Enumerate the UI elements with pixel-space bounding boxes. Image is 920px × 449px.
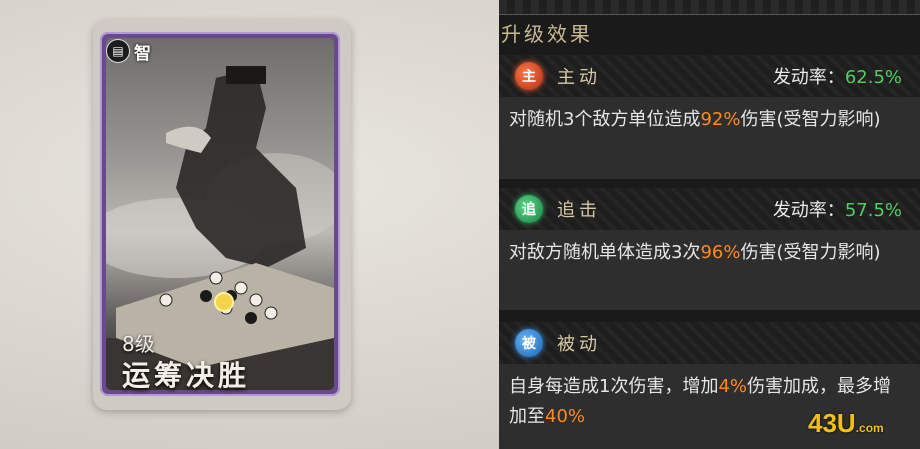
activation-rate-label: 发动率： (772, 67, 845, 88)
skill-type-label: 被动 (557, 334, 601, 355)
desc-highlight: 96% (700, 242, 741, 263)
card-type-label: 智 (134, 43, 151, 64)
skill-type-label: 主动 (557, 67, 601, 88)
activation-rate-value: 57.5% (844, 200, 902, 221)
activation-rate: 发动率：57.5% (773, 196, 902, 222)
skill-chase[interactable]: 追 追击 发动率：57.5% 对敌方随机单体造成3次96%伤害(受智力影响) (499, 188, 920, 310)
desc-highlight: 4% (718, 376, 748, 397)
card-level: 8级 (122, 332, 155, 356)
desc-highlight: 92% (700, 109, 741, 130)
activation-rate: 发动率：62.5% (773, 63, 902, 89)
leaf-skill-icon: 追 (515, 195, 543, 223)
desc-text: 自身每造成1次伤害，增加 (509, 376, 719, 397)
panel-title: 升级效果 (501, 22, 593, 46)
water-skill-icon: 被 (515, 329, 543, 357)
fire-skill-icon: 主 (515, 62, 543, 90)
desc-highlight: 40% (545, 406, 586, 427)
skill-description: 对随机3个敌方单位造成92%伤害(受智力影响) (499, 97, 920, 143)
upgrade-effects-panel: 升级效果 主 主动 发动率：62.5% 对随机3个敌方单位造成92%伤害(受智力… (499, 0, 920, 449)
desc-text: 伤害(受智力影响) (740, 109, 881, 130)
watermark-suffix: .com (855, 421, 884, 435)
site-watermark: 43U.com (808, 408, 884, 439)
skill-active[interactable]: 主 主动 发动率：62.5% 对随机3个敌方单位造成92%伤害(受智力影响) (499, 55, 920, 179)
book-icon: ▤ (106, 39, 130, 63)
card-name: 运筹决胜 (122, 359, 251, 392)
skill-header: 被 被动 (499, 322, 920, 364)
activation-rate-value: 62.5% (844, 67, 902, 88)
skill-header: 追 追击 发动率：57.5% (499, 188, 920, 230)
watermark-main: 43U (808, 408, 856, 438)
desc-text: 伤害(受智力影响) (740, 242, 881, 263)
activation-rate-label: 发动率： (772, 200, 845, 221)
skill-header: 主 主动 发动率：62.5% (499, 55, 920, 97)
tactic-card[interactable]: ▤ 智 8级 运筹决胜 (100, 32, 340, 396)
desc-text: 对敌方随机单体造成3次 (509, 242, 701, 263)
desc-text: 对随机3个敌方单位造成 (509, 109, 701, 130)
card-type-badge: ▤ 智 (106, 36, 162, 66)
skill-description: 对敌方随机单体造成3次96%伤害(受智力影响) (499, 230, 920, 276)
panel-top-border (499, 0, 920, 15)
skill-type-label: 追击 (557, 200, 601, 221)
